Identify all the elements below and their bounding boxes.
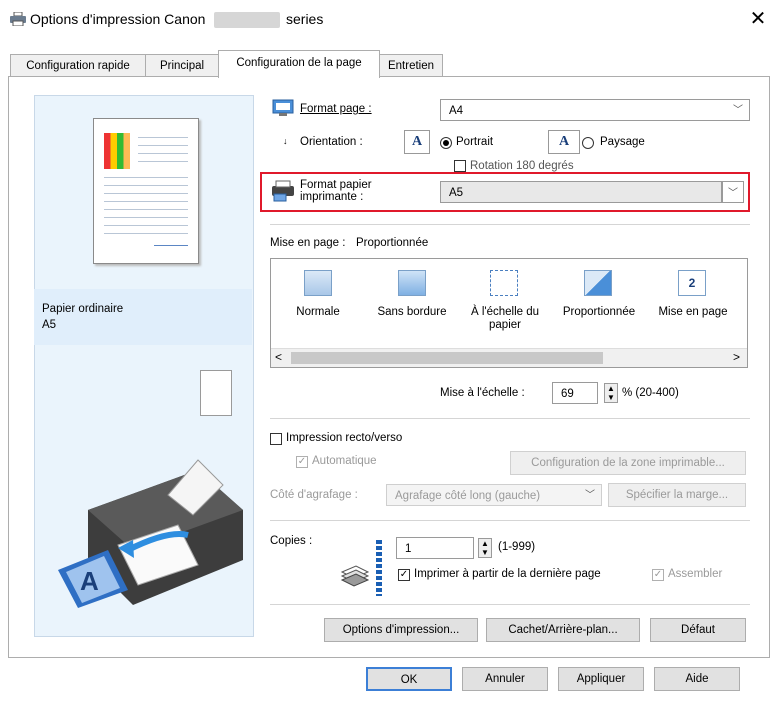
- rotate-180-label[interactable]: Rotation 180 degrés: [470, 160, 574, 172]
- page-layout-current: Proportionnée: [356, 237, 429, 249]
- separator: [270, 604, 750, 605]
- separator: [270, 224, 750, 225]
- printer-paper-icon: [271, 180, 295, 205]
- layout-normal-label[interactable]: Normale: [280, 306, 356, 318]
- automatic-checkbox[interactable]: ✓: [296, 456, 308, 468]
- stamp-background-button[interactable]: Cachet/Arrière-plan...: [486, 618, 640, 642]
- close-icon[interactable]: ✕: [746, 6, 770, 31]
- tab-quick-setup[interactable]: Configuration rapide: [10, 54, 146, 77]
- scaling-input[interactable]: 69: [552, 382, 598, 404]
- stapling-label: Côté d'agrafage :: [270, 489, 358, 501]
- copies-label: Copies :: [270, 535, 313, 547]
- ok-button[interactable]: OK: [366, 667, 452, 691]
- printer-paper-label-line1: Format papier: [300, 179, 372, 191]
- layout-borderless-icon[interactable]: [398, 270, 426, 296]
- scaling-spinner[interactable]: ▲ ▼: [604, 383, 618, 403]
- copies-range: (1-999): [498, 541, 536, 553]
- separator: [270, 520, 750, 521]
- scaling-label: Mise à l'échelle :: [440, 387, 525, 399]
- print-area-button[interactable]: Configuration de la zone imprimable...: [510, 451, 746, 475]
- copies-stack-icon: [340, 558, 370, 591]
- chevron-down-icon: ﹀: [585, 490, 595, 501]
- preview-image: [104, 133, 130, 169]
- stapling-value: Agrafage côté long (gauche): [395, 490, 541, 502]
- scaling-value: 69: [561, 388, 574, 400]
- paper-size-text: A5: [42, 319, 57, 331]
- mini-page-preview: [200, 370, 232, 416]
- duplex-label[interactable]: Impression recto/verso: [286, 432, 402, 444]
- specify-margin-button[interactable]: Spécifier la marge...: [608, 483, 746, 507]
- layout-scaled-icon[interactable]: [584, 270, 612, 296]
- defaults-button[interactable]: Défaut: [650, 618, 746, 642]
- layout-scrollbar[interactable]: < >: [271, 348, 747, 367]
- automatic-label[interactable]: Automatique: [312, 455, 377, 467]
- chevron-down-icon: ﹀: [728, 188, 738, 199]
- landscape-radio[interactable]: [582, 137, 594, 149]
- help-button[interactable]: Aide: [654, 667, 740, 691]
- orientation-label: Orientation :: [300, 136, 363, 148]
- portrait-label[interactable]: Portrait: [456, 136, 493, 148]
- last-page-first-label[interactable]: Imprimer à partir de la dernière page: [414, 568, 601, 580]
- printer-paper-select[interactable]: A5: [440, 181, 722, 203]
- landscape-icon: A: [548, 130, 580, 154]
- printer-paper-label-line2: imprimante :: [300, 191, 364, 203]
- title-bar: Options d'impression Canon series ✕: [0, 0, 776, 40]
- portrait-radio[interactable]: [440, 137, 452, 149]
- page-layout-label: Mise en page :: [270, 237, 346, 249]
- printer-paper-label: Format papier imprimante :: [300, 179, 372, 203]
- chevron-down-icon: ﹀: [733, 105, 743, 116]
- tab-main[interactable]: Principal: [145, 54, 219, 77]
- printer-illustration: A: [48, 440, 248, 613]
- portrait-icon: A: [404, 130, 430, 154]
- layout-scaled-label[interactable]: Proportionnée: [556, 306, 642, 318]
- printer-paper-dropdown-button[interactable]: ﹀: [722, 181, 744, 203]
- print-options-button[interactable]: Options d'impression...: [324, 618, 478, 642]
- page-size-icon: [272, 99, 294, 120]
- collate-label[interactable]: Assembler: [668, 568, 722, 580]
- tab-page-setup[interactable]: Configuration de la page: [218, 50, 380, 78]
- scroll-right-icon[interactable]: >: [733, 350, 740, 364]
- layout-fit-icon[interactable]: [490, 270, 518, 296]
- window-title: Options d'impression Canon: [30, 11, 206, 27]
- page-size-value: A4: [449, 105, 464, 117]
- layout-page-layout-label[interactable]: Mise en page: [648, 306, 738, 318]
- rotate-180-checkbox[interactable]: [454, 160, 466, 172]
- apply-button[interactable]: Appliquer: [558, 667, 644, 691]
- layout-page-layout-icon[interactable]: 2: [678, 270, 706, 296]
- page-preview: [93, 118, 199, 264]
- layout-borderless-label[interactable]: Sans bordure: [366, 306, 458, 318]
- last-page-first-checkbox[interactable]: ✓: [398, 569, 410, 581]
- collate-checkbox[interactable]: ✓: [652, 569, 664, 581]
- separator: [270, 418, 750, 419]
- layout-fit-label[interactable]: À l'échelle du papier: [462, 306, 548, 332]
- svg-text:A: A: [80, 566, 99, 596]
- copies-input[interactable]: 1: [396, 537, 474, 559]
- tab-maintenance[interactable]: Entretien: [379, 54, 443, 77]
- paper-info: Papier ordinaire A5: [34, 289, 252, 345]
- copies-value: 1: [405, 543, 412, 555]
- scroll-left-icon[interactable]: <: [275, 350, 282, 364]
- page-size-label: Format page :: [300, 103, 372, 115]
- scroll-thumb[interactable]: [291, 352, 603, 364]
- cancel-button[interactable]: Annuler: [462, 667, 548, 691]
- redacted-model: [214, 12, 280, 28]
- paper-type-text: Papier ordinaire: [42, 303, 124, 315]
- landscape-label[interactable]: Paysage: [600, 136, 645, 148]
- window-title-suffix: series: [286, 11, 324, 27]
- copies-order-icon: [376, 540, 382, 596]
- duplex-checkbox[interactable]: [270, 433, 282, 445]
- printer-icon: [10, 11, 26, 29]
- page-size-select[interactable]: A4 ﹀: [440, 99, 750, 121]
- layout-normal-icon[interactable]: [304, 270, 332, 296]
- scaling-range: % (20-400): [622, 387, 679, 399]
- copies-spinner[interactable]: ▲ ▼: [478, 538, 492, 558]
- stapling-select[interactable]: Agrafage côté long (gauche) ﹀: [386, 484, 602, 506]
- bullet: ↓: [283, 136, 288, 146]
- printer-paper-value: A5: [449, 187, 464, 199]
